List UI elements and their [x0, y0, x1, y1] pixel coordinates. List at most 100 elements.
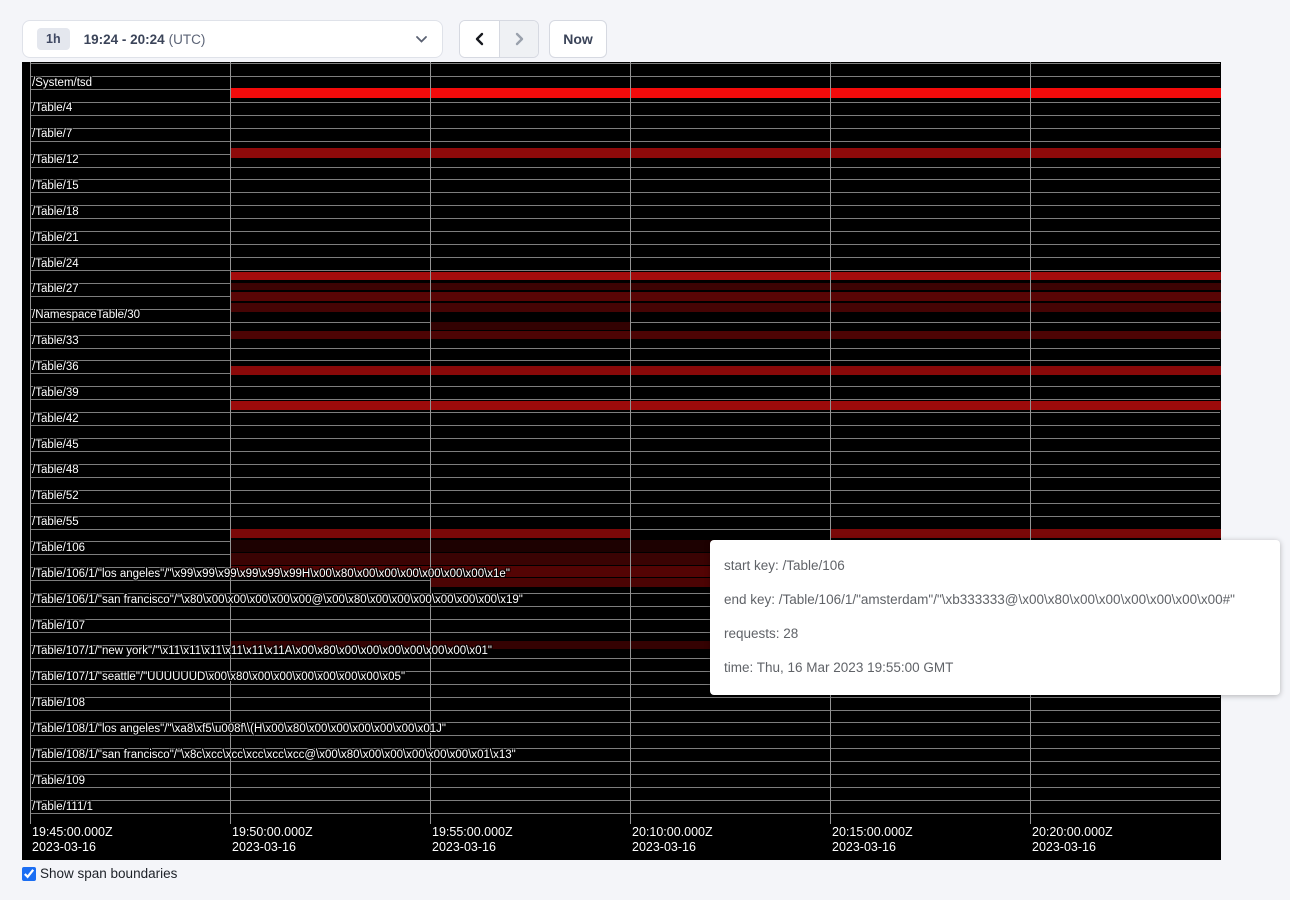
span-boundary-line: [30, 386, 1220, 387]
span-boundary-line: [30, 477, 1220, 478]
x-axis-tick: 19:50:00.000Z2023-03-16: [232, 825, 313, 855]
span-boundary-line: [30, 231, 1220, 232]
row-label: /Table/111/1: [32, 801, 93, 814]
span-boundary-line: [30, 800, 1220, 801]
row-label: /Table/42: [32, 413, 79, 426]
tooltip-requests: requests: 28: [724, 617, 1266, 651]
row-label: /Table/107: [32, 620, 85, 633]
span-boundary-line: [30, 167, 1220, 168]
x-tick-date: 2023-03-16: [232, 840, 313, 855]
row-label: /Table/107/1/"seattle"/"UUUUUUD\x00\x80\…: [32, 671, 405, 684]
prev-range-button[interactable]: [460, 21, 499, 57]
toolbar: 1h 19:24 - 20:24 (UTC) Now: [22, 20, 607, 58]
row-label: /Table/7: [32, 128, 72, 141]
key-visualizer-canvas[interactable]: /System/tsd/Table/4/Table/7/Table/12/Tab…: [22, 62, 1221, 860]
heat-band[interactable]: [231, 401, 1221, 410]
x-tick-time: 20:20:00.000Z: [1032, 825, 1113, 840]
row-label: /Table/27: [32, 283, 79, 296]
heat-band[interactable]: [231, 88, 1221, 98]
time-range-select[interactable]: 1h 19:24 - 20:24 (UTC): [22, 20, 443, 58]
now-button[interactable]: Now: [549, 20, 607, 58]
span-boundary-line: [30, 244, 1220, 245]
span-boundary-line: [30, 115, 1220, 116]
hover-tooltip: start key: /Table/106 end key: /Table/10…: [710, 540, 1280, 695]
heat-band[interactable]: [231, 272, 1221, 280]
time-gridline: [630, 62, 631, 824]
row-label: /Table/55: [32, 516, 79, 529]
span-boundary-line: [30, 63, 1220, 64]
span-boundary-line: [30, 697, 1220, 698]
row-label: /Table/52: [32, 490, 79, 503]
x-tick-time: 20:15:00.000Z: [832, 825, 913, 840]
span-boundary-line: [30, 412, 1220, 413]
heat-band[interactable]: [430, 322, 630, 330]
span-boundary-line: [30, 710, 1220, 711]
span-boundary-line: [30, 257, 1220, 258]
x-tick-date: 2023-03-16: [832, 840, 913, 855]
row-label: /Table/108: [32, 697, 85, 710]
span-boundary-line: [30, 451, 1220, 452]
tooltip-start-key: start key: /Table/106: [724, 549, 1266, 583]
time-gridline: [830, 62, 831, 824]
x-axis-tick: 20:15:00.000Z2023-03-16: [832, 825, 913, 855]
next-range-button[interactable]: [499, 21, 538, 57]
tooltip-end-key: end key: /Table/106/1/"amsterdam"/"\xb33…: [724, 583, 1266, 617]
span-boundary-line: [30, 813, 1220, 814]
show-span-boundaries[interactable]: Show span boundaries: [22, 866, 177, 881]
span-boundary-line: [30, 425, 1220, 426]
span-boundary-line: [30, 464, 1220, 465]
span-boundary-line: [30, 360, 1220, 361]
row-label: /Table/36: [32, 361, 79, 374]
row-label: /Table/106: [32, 542, 85, 555]
span-boundary-line: [30, 774, 1220, 775]
row-label: /Table/4: [32, 102, 72, 115]
x-tick-time: 19:50:00.000Z: [232, 825, 313, 840]
span-boundary-line: [30, 102, 1220, 103]
chevron-down-icon: [415, 35, 428, 44]
x-axis-tick: 19:55:00.000Z2023-03-16: [432, 825, 513, 855]
span-boundary-line: [30, 205, 1220, 206]
x-axis-tick: 20:10:00.000Z2023-03-16: [632, 825, 713, 855]
row-label: /NamespaceTable/30: [32, 309, 140, 322]
row-label: /System/tsd: [32, 77, 92, 90]
show-span-boundaries-checkbox[interactable]: [22, 867, 36, 881]
row-label: /Table/45: [32, 439, 79, 452]
row-label: /Table/107/1/"new york"/"\x11\x11\x11\x1…: [32, 645, 492, 658]
span-boundary-line: [30, 141, 1220, 142]
time-gridline: [1030, 62, 1031, 824]
row-label: /Table/12: [32, 154, 79, 167]
span-boundary-line: [30, 218, 1220, 219]
span-boundary-line: [30, 438, 1220, 439]
x-tick-time: 19:55:00.000Z: [432, 825, 513, 840]
heat-band[interactable]: [231, 148, 1221, 158]
row-label: /Table/24: [32, 258, 79, 271]
span-boundary-line: [30, 128, 1220, 129]
row-label: /Table/109: [32, 775, 85, 788]
span-boundary-line: [30, 516, 1220, 517]
x-tick-date: 2023-03-16: [32, 840, 113, 855]
x-axis-tick: 20:20:00.000Z2023-03-16: [1032, 825, 1113, 855]
tooltip-time: time: Thu, 16 Mar 2023 19:55:00 GMT: [724, 651, 1266, 685]
row-label: /Table/15: [32, 180, 79, 193]
time-gridline: [430, 62, 431, 824]
x-tick-time: 20:10:00.000Z: [632, 825, 713, 840]
heat-band[interactable]: [231, 292, 1221, 301]
heat-band[interactable]: [231, 529, 631, 538]
span-boundary-line: [30, 192, 1220, 193]
x-tick-time: 19:45:00.000Z: [32, 825, 113, 840]
row-label: /Table/39: [32, 387, 79, 400]
row-label: /Table/106/1/"los angeles"/"\x99\x99\x99…: [32, 568, 510, 581]
heat-band[interactable]: [231, 366, 1221, 375]
heat-band[interactable]: [830, 529, 1221, 538]
heat-band[interactable]: [231, 283, 1221, 290]
chevron-right-icon: [512, 32, 526, 46]
heat-band[interactable]: [231, 331, 1221, 339]
span-boundary-line: [30, 76, 1220, 77]
x-tick-date: 2023-03-16: [1032, 840, 1113, 855]
row-label: /Table/18: [32, 206, 79, 219]
x-tick-date: 2023-03-16: [632, 840, 713, 855]
row-label: /Table/33: [32, 335, 79, 348]
span-boundary-line: [30, 503, 1220, 504]
heat-band[interactable]: [231, 303, 1221, 312]
time-gridline: [30, 62, 31, 824]
